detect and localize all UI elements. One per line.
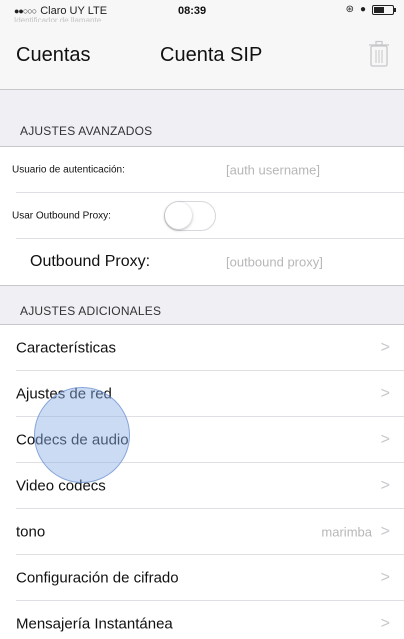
list-item-tono[interactable]: tono marimba > [16, 509, 404, 555]
list-item-label: Configuración de cifrado [16, 569, 179, 586]
battery-icon [372, 4, 396, 15]
additional-settings-group: Características > Ajustes de red > Codec… [0, 324, 404, 639]
list-item-label: Características [16, 339, 117, 356]
trash-icon[interactable] [368, 40, 390, 68]
outbound-proxy-label: Outbound Proxy: [30, 253, 151, 270]
orientation-lock-icon: ⊛ [345, 4, 354, 15]
list-item-label: Ajustes de red [16, 385, 112, 402]
outbound-proxy-row: Outbound Proxy: [16, 239, 404, 285]
advanced-settings-group: Usuario de autenticación: Usar Outbound … [0, 146, 404, 286]
list-item-caracteristicas[interactable]: Características > [16, 325, 404, 371]
auth-username-label: Usuario de autenticación: [12, 164, 125, 175]
list-item-label: Mensajería Instantánea [16, 615, 173, 633]
list-item-configuracion-de-cifrado[interactable]: Configuración de cifrado > [16, 555, 404, 601]
list-item-ajustes-de-red[interactable]: Ajustes de red > [16, 371, 404, 417]
list-item-label: tono [16, 523, 46, 540]
section-header-additional: AJUSTES ADICIONALES [20, 304, 162, 318]
chevron-right-icon: > [380, 522, 390, 540]
status-indicators: ⊛ ● [345, 4, 396, 15]
toggle-knob [165, 201, 192, 229]
chevron-right-icon: > [380, 384, 390, 402]
chevron-right-icon: > [380, 430, 390, 448]
alarm-icon: ● [359, 4, 366, 15]
back-button[interactable]: Cuentas [16, 44, 91, 67]
outbound-toggle-label: Usar Outbound Proxy: [12, 210, 111, 221]
list-item-video-codecs[interactable]: Video codecs > [16, 463, 404, 509]
chevron-right-icon: > [380, 476, 390, 494]
status-time: 08:39 [178, 5, 207, 17]
chevron-right-icon: > [380, 338, 390, 356]
outbound-proxy-toggle[interactable] [164, 200, 216, 231]
navigation-bar: Cuentas Cuenta SIP [0, 22, 404, 90]
page-title: Cuenta SIP [160, 44, 263, 66]
signal-dots-icon: ●●○○○ [14, 6, 37, 16]
status-bar: ●●○○○ Claro UY LTE Identificador de llama… [0, 0, 404, 25]
outbound-proxy-input[interactable] [226, 254, 376, 270]
auth-username-row: Usuario de autenticación: [12, 147, 404, 193]
chevron-right-icon: > [380, 615, 390, 632]
auth-username-input[interactable] [226, 162, 376, 177]
chevron-right-icon: > [380, 568, 390, 586]
list-item-label: Video codecs [16, 477, 106, 494]
ringtone-value: marimba [321, 524, 372, 539]
outbound-toggle-row: Usar Outbound Proxy: [12, 193, 404, 239]
list-item-label: Codecs de audio [16, 431, 129, 448]
list-item-codecs-de-audio[interactable]: Codecs de audio > [16, 417, 404, 463]
section-header-advanced: AJUSTES AVANZADOS [20, 124, 153, 138]
list-item-mensajeria-instantanea[interactable]: Mensajería Instantánea > [16, 601, 404, 639]
